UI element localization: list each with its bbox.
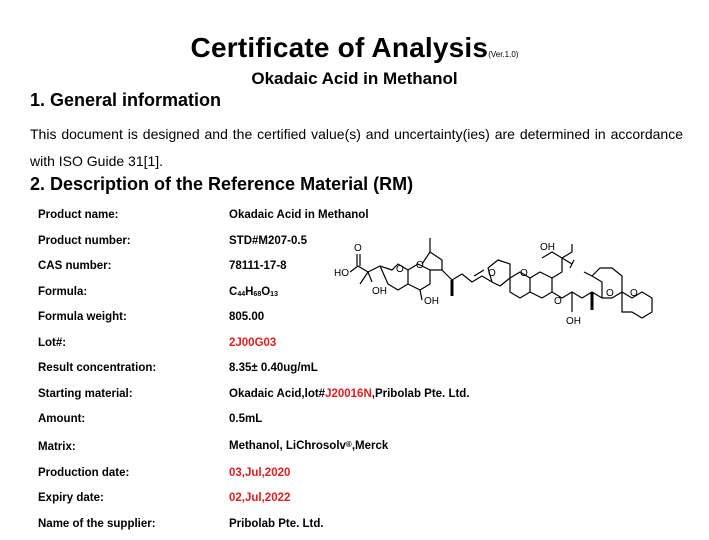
matrix-label: Matrix: [38,441,76,453]
structure-o-carbonyl: O [354,243,362,254]
amount-value: 0.5mL [229,413,263,425]
formula-value: C44H68O13 [229,286,278,298]
title-text: Certificate of Analysis [190,32,489,63]
formula-weight-value: 805.00 [229,311,265,323]
formula-c-count: 44 [237,291,246,298]
production-date-value: 03,Jul,2020 [229,467,291,479]
structure-oh-2: OH [424,296,439,307]
starting-material-lot: J20016N [325,388,372,400]
section-1-heading: 1. General information [30,90,222,110]
cas-number-label: CAS number: [38,260,112,272]
starting-material-prefix: Okadaic Acid,lot# [229,388,326,400]
matrix-prefix: Methanol, LiChrosolv [229,440,346,452]
structure-oh-3: OH [566,316,581,327]
lot-value: 2J00G03 [229,337,277,349]
supplier-label: Name of the supplier: [38,518,156,530]
formula-label: Formula: [38,286,88,298]
product-name-value: Okadaic Acid in Methanol [229,209,369,221]
structure-oh-1: OH [372,286,387,297]
version-label: (Ver.1.0) [488,50,519,59]
formula-o: O [261,286,271,298]
result-concentration-label: Result concentration: [38,362,157,374]
section-2-heading: 2. Description of the Reference Material… [30,174,414,194]
matrix-suffix: ,Merck [351,440,389,452]
structure-o-3: O [488,268,496,279]
structure-o-2: O [416,260,424,271]
starting-material-label: Starting material: [38,388,133,400]
lot-label: Lot#: [38,337,67,349]
matrix-value: Methanol, LiChrosolv®,Merck [229,440,388,452]
cas-number-value: 78111-17-8 [229,260,287,272]
general-info-paragraph: This document is designed and the certif… [30,126,683,169]
document-title: Certificate of Analysis(Ver.1.0) [0,32,709,64]
expiry-date-label: Expiry date: [38,492,104,504]
product-number-label: Product number: [38,235,131,247]
structure-o-5: O [554,296,562,307]
supplier-value: Pribolab Pte. Ltd. [229,518,324,530]
starting-material-value: Okadaic Acid,lot#J20016N,Pribolab Pte. L… [229,388,470,400]
product-number-value: STD#M207-0.5 [229,235,307,247]
formula-o-count: 13 [270,291,278,298]
structure-o-7: O [630,288,638,299]
structure-o-4: O [520,268,528,279]
document-subtitle: Okadaic Acid in Methanol [251,69,458,88]
structure-o-1: O [396,264,404,275]
amount-label: Amount: [38,413,86,425]
okadaic-acid-structure: O HO OH O O OH O O OH O OH O O [334,238,653,327]
structure-o-6: O [606,288,614,299]
formula-weight-label: Formula weight: [38,311,127,323]
product-name-label: Product name: [38,209,119,221]
starting-material-supplier: ,Pribolab Pte. Ltd. [371,388,470,400]
production-date-label: Production date: [38,467,130,479]
structure-oh-top: OH [540,242,555,253]
expiry-date-value: 02,Jul,2022 [229,492,291,504]
structure-ho: HO [334,268,349,279]
result-concentration-value: 8.35± 0.40ug/mL [229,362,318,374]
